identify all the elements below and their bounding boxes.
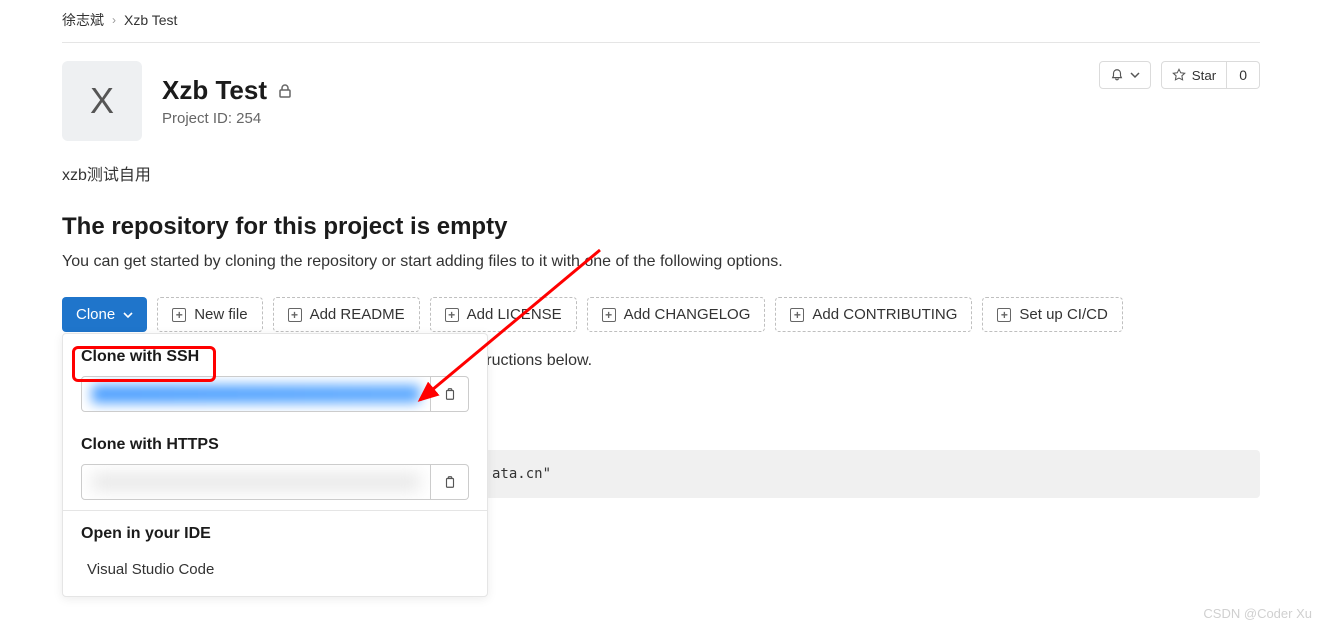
breadcrumb: 徐志斌 › Xzb Test bbox=[62, 10, 1260, 43]
breadcrumb-owner[interactable]: 徐志斌 bbox=[62, 10, 104, 30]
plus-icon: + bbox=[602, 308, 616, 322]
star-label: Star bbox=[1192, 68, 1216, 83]
clone-label: Clone bbox=[76, 306, 115, 323]
plus-icon: + bbox=[172, 308, 186, 322]
copy-https-button[interactable] bbox=[431, 464, 469, 500]
bell-icon bbox=[1110, 68, 1124, 82]
add-changelog-button[interactable]: + Add CHANGELOG bbox=[587, 297, 766, 332]
clipboard-icon bbox=[443, 387, 457, 401]
empty-repo-subtitle: You can get started by cloning the repos… bbox=[62, 253, 1260, 271]
star-button[interactable]: Star bbox=[1161, 61, 1227, 89]
add-readme-button[interactable]: + Add README bbox=[273, 297, 420, 332]
project-id: Project ID: 254 bbox=[162, 110, 293, 127]
ssh-url-input[interactable] bbox=[81, 376, 431, 412]
plus-icon: + bbox=[445, 308, 459, 322]
clone-dropdown: Clone with SSH Clone with HTTPS Open in … bbox=[62, 333, 488, 597]
chevron-right-icon: › bbox=[112, 13, 116, 27]
clone-button[interactable]: Clone bbox=[62, 297, 147, 332]
plus-icon: + bbox=[790, 308, 804, 322]
open-ide-label: Open in your IDE bbox=[81, 525, 469, 543]
star-count[interactable]: 0 bbox=[1227, 61, 1260, 89]
notification-button[interactable] bbox=[1099, 61, 1151, 89]
lock-icon bbox=[277, 83, 293, 99]
star-icon bbox=[1172, 68, 1186, 82]
watermark: CSDN @Coder Xu bbox=[1203, 606, 1312, 621]
project-avatar: X bbox=[62, 61, 142, 141]
breadcrumb-project[interactable]: Xzb Test bbox=[124, 12, 177, 28]
plus-icon: + bbox=[288, 308, 302, 322]
copy-ssh-button[interactable] bbox=[431, 376, 469, 412]
empty-repo-title: The repository for this project is empty bbox=[62, 213, 1260, 241]
clone-ssh-label: Clone with SSH bbox=[81, 348, 469, 366]
add-contributing-button[interactable]: + Add CONTRIBUTING bbox=[775, 297, 972, 332]
new-file-button[interactable]: + New file bbox=[157, 297, 262, 332]
project-title: Xzb Test bbox=[162, 75, 267, 106]
clipboard-icon bbox=[443, 475, 457, 489]
setup-cicd-button[interactable]: + Set up CI/CD bbox=[982, 297, 1122, 332]
ide-item-vscode[interactable]: Visual Studio Code bbox=[81, 557, 469, 582]
clone-https-label: Clone with HTTPS bbox=[81, 436, 469, 454]
plus-icon: + bbox=[997, 308, 1011, 322]
project-description: xzb测试自用 bbox=[62, 161, 1260, 185]
chevron-down-icon bbox=[1130, 70, 1140, 80]
chevron-down-icon bbox=[123, 310, 133, 320]
https-url-input[interactable] bbox=[81, 464, 431, 500]
add-license-button[interactable]: + Add LICENSE bbox=[430, 297, 577, 332]
actions-row: Clone + New file + Add README + Add LICE… bbox=[62, 297, 1260, 332]
